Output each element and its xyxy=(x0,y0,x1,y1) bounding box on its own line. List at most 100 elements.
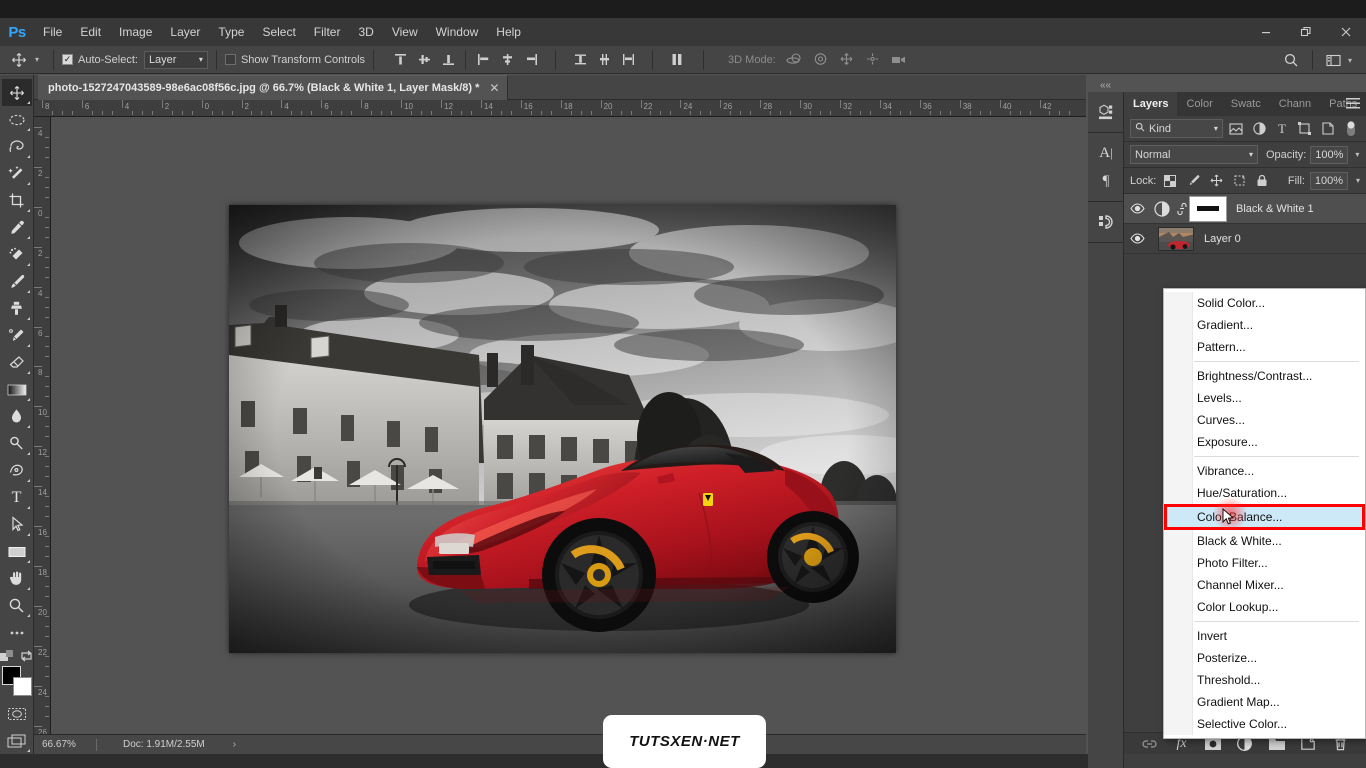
menu-layer[interactable]: Layer xyxy=(161,18,209,46)
menu-view[interactable]: View xyxy=(383,18,427,46)
restore-button[interactable] xyxy=(1286,18,1326,46)
fill-chevron-icon[interactable]: ▾ xyxy=(1356,176,1360,185)
filter-adjustment-icon[interactable] xyxy=(1250,119,1269,139)
3d-roll-icon[interactable] xyxy=(808,49,834,71)
menu-item-curves[interactable]: Curves... xyxy=(1164,409,1365,431)
distribute-spacing-icon[interactable] xyxy=(665,49,689,71)
menu-item-color-balance[interactable]: Color Balance... xyxy=(1164,504,1365,530)
menu-item-gradient[interactable]: Gradient... xyxy=(1164,314,1365,336)
tab-layers[interactable]: Layers xyxy=(1124,92,1178,116)
tool-preset-chevron-icon[interactable]: ▾ xyxy=(35,55,39,64)
menu-item-brightness-contrast[interactable]: Brightness/Contrast... xyxy=(1164,365,1365,387)
menu-item-channel-mixer[interactable]: Channel Mixer... xyxy=(1164,574,1365,596)
eye-icon[interactable] xyxy=(1124,233,1150,244)
menu-type[interactable]: Type xyxy=(209,18,253,46)
align-left-edges-icon[interactable] xyxy=(471,49,495,71)
tab-color[interactable]: Color xyxy=(1177,92,1221,116)
menu-help[interactable]: Help xyxy=(487,18,530,46)
layer-mask-thumbnail[interactable] xyxy=(1189,195,1227,222)
filter-toggle-icon[interactable] xyxy=(1341,119,1360,139)
canvas-area[interactable] xyxy=(51,117,1086,734)
filter-type-icon[interactable]: T xyxy=(1273,119,1292,139)
opacity-chevron-icon[interactable]: ▾ xyxy=(1355,150,1359,159)
type-tool-icon[interactable]: T xyxy=(2,484,32,511)
menu-image[interactable]: Image xyxy=(110,18,161,46)
menu-item-pattern[interactable]: Pattern... xyxy=(1164,336,1365,358)
close-button[interactable] xyxy=(1326,18,1366,46)
align-vertical-centers-icon[interactable] xyxy=(412,49,436,71)
menu-file[interactable]: File xyxy=(34,18,71,46)
swap-colors-icon[interactable] xyxy=(20,650,33,662)
search-icon[interactable] xyxy=(1278,49,1304,71)
workspace-switcher-icon[interactable] xyxy=(1321,49,1347,71)
blur-tool-icon[interactable] xyxy=(2,403,32,430)
distribute-top-icon[interactable] xyxy=(568,49,592,71)
lock-transparent-pixels-icon[interactable] xyxy=(1161,172,1179,190)
minimize-button[interactable] xyxy=(1246,18,1286,46)
move-tool-icon[interactable] xyxy=(1,79,32,106)
brush-tool-icon[interactable] xyxy=(2,268,32,295)
3d-camera-icon[interactable] xyxy=(886,49,912,71)
fill-input[interactable]: 100% xyxy=(1309,171,1348,190)
menu-item-hue-saturation[interactable]: Hue/Saturation... xyxy=(1164,482,1365,504)
status-expand-arrow-icon[interactable]: › xyxy=(233,739,236,750)
dodge-tool-icon[interactable] xyxy=(2,430,32,457)
hamburger-menu-icon[interactable] xyxy=(1346,97,1360,112)
filter-shape-icon[interactable] xyxy=(1295,119,1314,139)
hand-tool-icon[interactable] xyxy=(2,565,32,592)
color-swatches[interactable] xyxy=(1,666,32,696)
align-right-edges-icon[interactable] xyxy=(519,49,543,71)
layer-thumbnail[interactable] xyxy=(1158,226,1194,251)
menu-item-photo-filter[interactable]: Photo Filter... xyxy=(1164,552,1365,574)
lasso-tool-icon[interactable] xyxy=(2,133,32,160)
screen-mode-icon[interactable] xyxy=(2,727,32,754)
default-colors-icon[interactable] xyxy=(0,650,14,662)
align-horizontal-centers-icon[interactable] xyxy=(495,49,519,71)
link-layers-icon[interactable] xyxy=(1174,202,1190,216)
menu-item-invert[interactable]: Invert xyxy=(1164,625,1365,647)
layer-name[interactable]: Black & White 1 xyxy=(1236,203,1314,215)
menu-item-levels[interactable]: Levels... xyxy=(1164,387,1365,409)
crop-tool-icon[interactable] xyxy=(2,187,32,214)
auto-select-target-dropdown[interactable]: Layer ▾ xyxy=(143,50,208,69)
layer-name[interactable]: Layer 0 xyxy=(1204,233,1241,245)
tab-swatches[interactable]: Swatc xyxy=(1222,92,1270,116)
horizontal-ruler[interactable]: 8 6 4 2 0 2 4 6 8 10 12 14 16 18 20 22 24 26 28 30 32 34 36 38 4… xyxy=(34,100,1086,117)
path-selection-tool-icon[interactable] xyxy=(2,511,32,538)
clone-stamp-tool-icon[interactable] xyxy=(2,295,32,322)
menu-item-vibrance[interactable]: Vibrance... xyxy=(1164,460,1365,482)
table-row[interactable]: Black & White 1 xyxy=(1124,194,1366,224)
link-layers-icon[interactable] xyxy=(1140,734,1160,754)
show-transform-checkbox[interactable]: ✓ xyxy=(224,54,236,65)
properties-3d-icon[interactable] xyxy=(1088,98,1124,126)
distribute-bottom-icon[interactable] xyxy=(616,49,640,71)
move-tool-icon[interactable] xyxy=(4,47,34,72)
menu-select[interactable]: Select xyxy=(253,18,304,46)
align-top-edges-icon[interactable] xyxy=(388,49,412,71)
menu-item-black-and-white[interactable]: Black & White... xyxy=(1164,530,1365,552)
menu-item-posterize[interactable]: Posterize... xyxy=(1164,647,1365,669)
align-bottom-edges-icon[interactable] xyxy=(436,49,460,71)
menu-edit[interactable]: Edit xyxy=(71,18,110,46)
eraser-tool-icon[interactable] xyxy=(2,349,32,376)
paragraph-icon[interactable]: ¶ xyxy=(1088,167,1124,195)
workspace-chevron-icon[interactable]: ▾ xyxy=(1348,56,1352,65)
menu-item-color-lookup[interactable]: Color Lookup... xyxy=(1164,596,1365,618)
menu-filter[interactable]: Filter xyxy=(305,18,350,46)
menu-window[interactable]: Window xyxy=(427,18,488,46)
lock-artboard-icon[interactable] xyxy=(1230,172,1248,190)
lock-position-icon[interactable] xyxy=(1207,172,1225,190)
zoom-tool-icon[interactable] xyxy=(2,592,32,619)
character-icon[interactable]: A| xyxy=(1088,139,1124,167)
lock-image-pixels-icon[interactable] xyxy=(1184,172,1202,190)
close-tab-icon[interactable]: ✕ xyxy=(489,81,499,95)
background-color-swatch[interactable] xyxy=(12,677,32,696)
filter-smart-object-icon[interactable] xyxy=(1318,119,1337,139)
rectangle-tool-icon[interactable] xyxy=(2,538,32,565)
menu-item-exposure[interactable]: Exposure... xyxy=(1164,431,1365,453)
quick-mask-icon[interactable] xyxy=(2,700,32,727)
history-brush-tool-icon[interactable] xyxy=(2,322,32,349)
vertical-ruler[interactable]: 4 2 0 2 4 6 8 10 12 14 16 18 20 22 24 26 xyxy=(34,117,51,734)
zoom-level[interactable]: 66.67% xyxy=(34,739,96,750)
filter-pixel-icon[interactable] xyxy=(1227,119,1246,139)
